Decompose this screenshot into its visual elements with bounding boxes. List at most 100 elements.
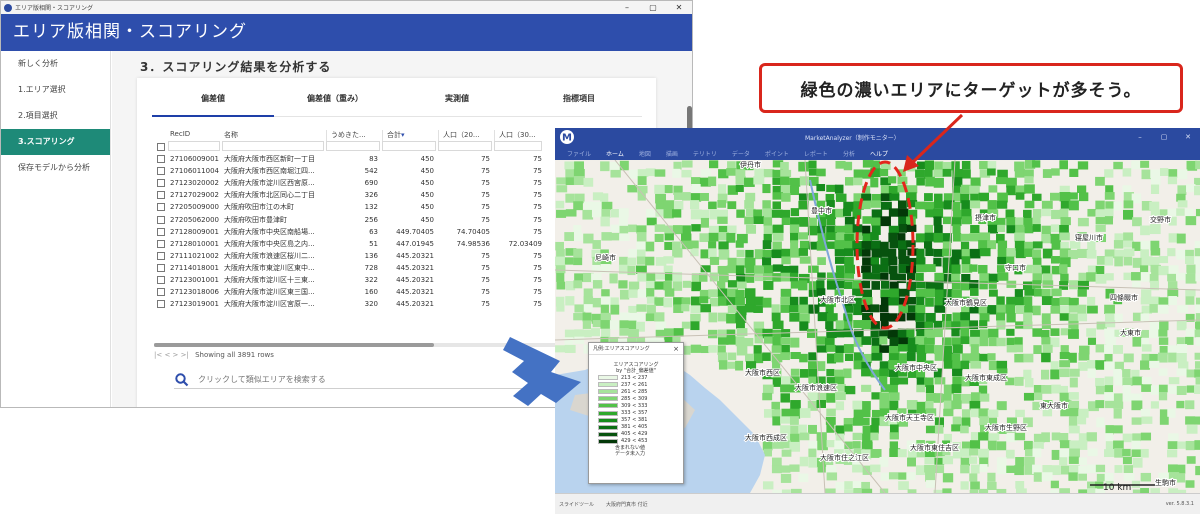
area-cell <box>726 313 737 324</box>
area-cell <box>897 176 908 185</box>
table-row[interactable]: 27123019001 大阪府大阪市淀川区宮原一... 320 445.20321 75… <box>154 298 564 310</box>
menu-draw[interactable]: 描画 <box>666 149 678 158</box>
row-checkbox[interactable] <box>157 215 165 224</box>
map-maximize-button[interactable]: ▢ <box>1152 133 1176 141</box>
area-cell <box>826 313 838 322</box>
area-cell <box>763 336 774 344</box>
area-cell <box>1132 433 1141 442</box>
menu-file[interactable]: ファイル <box>567 149 591 158</box>
row-checkbox[interactable] <box>157 263 165 272</box>
column-header-name[interactable]: 名称 <box>222 130 326 141</box>
row-checkbox[interactable] <box>157 275 165 284</box>
sidebar-item-field-select[interactable]: 2.項目選択 <box>1 103 110 129</box>
table-row[interactable]: 27106009001 大阪府大阪市西区新町一丁目 83 450 75 75 <box>154 153 564 165</box>
table-row[interactable]: 27127029002 大阪府大阪市北区同心二丁目 326 450 75 75 <box>154 189 564 201</box>
row-checkbox[interactable] <box>157 179 165 188</box>
table-row[interactable]: 27123001001 大阪府大阪市淀川区十三東... 322 445.20321 75… <box>154 274 564 286</box>
row-checkbox[interactable] <box>157 167 165 176</box>
table-row[interactable]: 27123020002 大阪府大阪市淀川区西宮原... 690 450 75 75 <box>154 177 564 189</box>
row-checkbox[interactable] <box>157 239 165 248</box>
menu-point[interactable]: ポイント <box>765 149 789 158</box>
table-row[interactable]: 27128009001 大阪府大阪市中央区南船場... 63 449.70405 74.… <box>154 226 564 238</box>
sidebar-item-saved-model[interactable]: 保存モデルから分析 <box>1 155 110 181</box>
area-cell <box>826 232 837 241</box>
search-input[interactable] <box>198 375 518 384</box>
column-header-recid[interactable]: RecID <box>168 130 222 141</box>
column-header-pop30[interactable]: 人口（30... <box>494 130 544 141</box>
menu-map[interactable]: 地図 <box>639 149 651 158</box>
filter-input-name[interactable] <box>222 141 324 151</box>
area-cell <box>1024 248 1034 257</box>
horizontal-scrollbar[interactable] <box>154 343 564 347</box>
minimize-button[interactable]: – <box>614 3 640 12</box>
row-checkbox[interactable] <box>157 203 165 212</box>
menu-territory[interactable]: テリトリ <box>693 149 717 158</box>
column-header-total[interactable]: 合計▾ <box>382 130 438 141</box>
area-cell <box>835 320 845 331</box>
close-button[interactable]: ✕ <box>666 3 692 12</box>
table-row[interactable]: 27205009000 大阪府吹田市江の木町 132 450 75 75 <box>154 201 564 213</box>
area-cell <box>790 425 799 434</box>
area-cell <box>582 312 592 322</box>
menu-data[interactable]: データ <box>732 149 750 158</box>
menu-analysis[interactable]: 分析 <box>843 149 855 158</box>
menu-report[interactable]: レポート <box>804 149 828 158</box>
sidebar-item-new-analysis[interactable]: 新しく分析 <box>1 51 110 77</box>
sidebar: 新しく分析 1.エリア選択 2.項目選択 3.スコアリング 保存モデルから分析 <box>1 51 111 407</box>
maximize-button[interactable]: ▢ <box>640 3 666 12</box>
table-row[interactable]: 27205062000 大阪府吹田市豊津町 256 450 75 75 <box>154 213 564 225</box>
filter-input-umekita[interactable] <box>326 141 380 151</box>
row-checkbox[interactable] <box>157 155 165 164</box>
table-row[interactable]: 27128010001 大阪府大阪市中央区島之内... 51 447.01945 74.… <box>154 238 564 250</box>
menu-home[interactable]: ホーム <box>606 149 624 158</box>
filter-input-recid[interactable] <box>168 141 220 151</box>
tab-actual-values[interactable]: 実測値 <box>396 93 518 113</box>
row-checkbox[interactable] <box>157 251 165 260</box>
filter-input-total[interactable] <box>382 141 436 151</box>
area-cell <box>879 456 889 467</box>
tab-weighted-deviation[interactable]: 偏差値（重み） <box>274 93 396 113</box>
area-cell <box>1168 433 1179 441</box>
row-checkbox[interactable] <box>157 288 165 297</box>
filter-input-pop20[interactable] <box>438 141 492 151</box>
area-cell <box>681 321 690 329</box>
similar-area-search[interactable] <box>174 371 574 389</box>
area-cell <box>690 305 702 314</box>
area-cell <box>969 456 978 464</box>
cell-total: 450 <box>420 155 434 164</box>
column-header-umekita[interactable]: うめきた... <box>326 130 382 141</box>
scrollbar-thumb[interactable] <box>154 343 434 347</box>
area-cell <box>861 368 872 377</box>
table-row[interactable]: 27114018001 大阪府大阪市東淀川区東中... 728 445.20321 75… <box>154 262 564 274</box>
table-row[interactable]: 27111021002 大阪府大阪市浪速区桜川二... 136 445.20321 75… <box>154 250 564 262</box>
table-row[interactable]: 27123018006 大阪府大阪市淀川区東三国... 160 445.20321 75… <box>154 286 564 298</box>
area-cell <box>1158 329 1168 337</box>
table-row[interactable]: 27106011004 大阪府大阪市西区南堀江四... 542 450 75 75 <box>154 165 564 177</box>
area-cell <box>1087 208 1096 217</box>
row-checkbox[interactable] <box>157 191 165 200</box>
menu-help[interactable]: ヘルプ <box>870 149 888 158</box>
city-label: 守口市 <box>1005 263 1026 272</box>
row-checkbox[interactable] <box>157 300 165 309</box>
area-cell <box>573 201 583 211</box>
sidebar-item-scoring[interactable]: 3.スコアリング <box>1 129 110 155</box>
area-cell <box>925 425 935 434</box>
cell-total: 445.20321 <box>396 251 434 260</box>
map-minimize-button[interactable]: – <box>1128 133 1152 141</box>
column-header-pop20[interactable]: 人口（20... <box>438 130 494 141</box>
legend-close-icon[interactable]: × <box>673 343 679 354</box>
area-cell <box>870 464 881 473</box>
tab-indicators[interactable]: 指標項目 <box>518 93 640 113</box>
area-cell <box>780 416 791 424</box>
area-cell <box>1131 272 1142 281</box>
map-close-button[interactable]: ✕ <box>1176 133 1200 141</box>
filter-input-pop30[interactable] <box>494 141 542 151</box>
row-checkbox[interactable] <box>157 227 165 236</box>
sidebar-item-area-select[interactable]: 1.エリア選択 <box>1 77 110 103</box>
legend-panel[interactable]: 凡例:エリアスコアリング × エリアスコアリング by "合計_偏差値" 213… <box>588 342 684 484</box>
tab-deviation[interactable]: 偏差値 <box>152 93 274 113</box>
area-cell <box>790 240 799 250</box>
pager-nav-buttons[interactable]: |< < > >| <box>154 351 189 359</box>
select-all-checkbox[interactable] <box>157 143 165 151</box>
cell-name: 大阪府大阪市北区同心二丁目 <box>224 191 315 200</box>
